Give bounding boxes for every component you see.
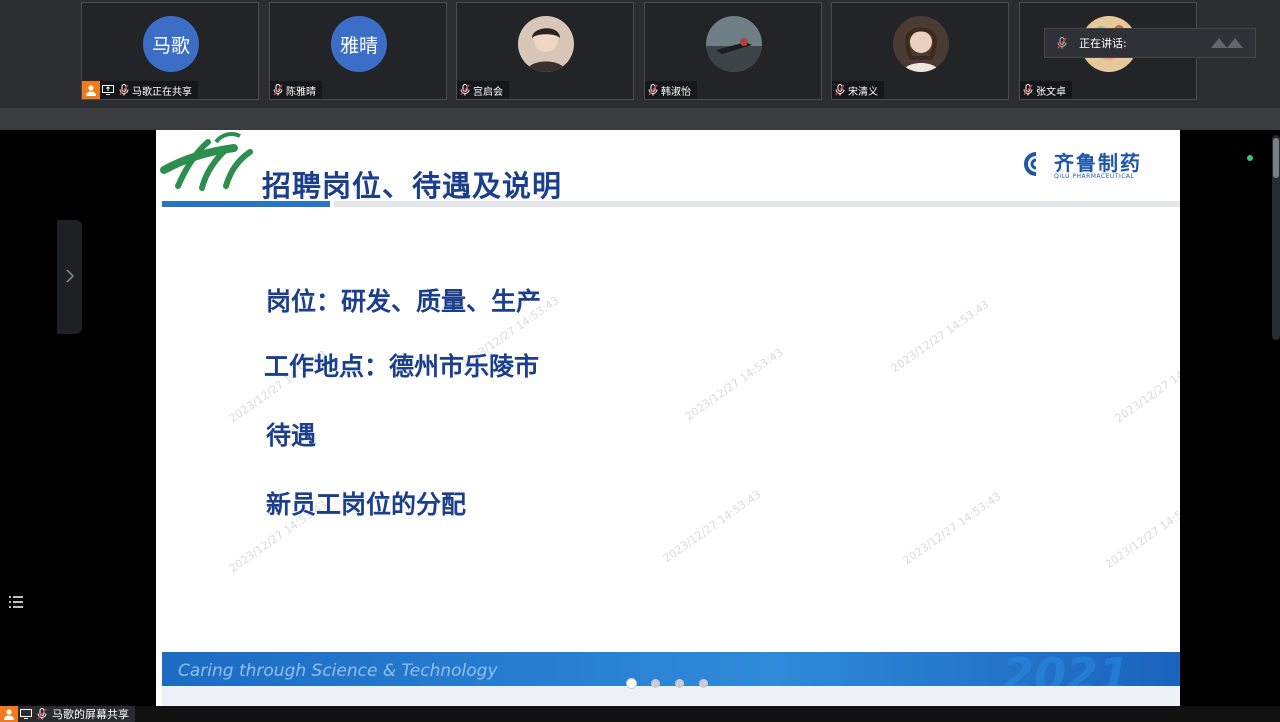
avatar-photo xyxy=(893,16,949,72)
participant-name: 韩淑怡 xyxy=(661,86,691,98)
slide-title: 招聘岗位、待遇及说明 xyxy=(262,169,563,203)
shared-screen-slide: 招聘岗位、待遇及说明 齐鲁制药 QILU PHARMACEUTICAL 2023… xyxy=(156,130,1180,706)
watermark: 2023/12/27 14:53:43 xyxy=(1112,347,1180,426)
pager-dot[interactable] xyxy=(651,679,660,688)
title-rule xyxy=(334,201,1180,207)
pager-dot[interactable] xyxy=(627,679,636,688)
status-dot xyxy=(1247,155,1253,161)
participant-label: 马歌正在共享 xyxy=(82,81,198,99)
mic-muted-icon xyxy=(1020,81,1036,99)
participant-name: 宋清义 xyxy=(848,86,878,98)
participant-label: 陈雅晴 xyxy=(270,81,322,99)
participant-label: 宫启会 xyxy=(457,81,509,99)
avatar: 雅晴 xyxy=(331,16,387,72)
slide-pager[interactable] xyxy=(627,679,708,688)
watermark: 2023/12/27 14:53:43 xyxy=(888,297,992,376)
avatar: 马歌 xyxy=(143,16,199,72)
mic-muted-icon xyxy=(832,81,848,99)
mic-muted-icon xyxy=(116,81,132,99)
audio-wave-icon xyxy=(1211,34,1245,53)
speaking-label: 正在讲话: xyxy=(1079,37,1127,50)
bullet-item: 岗位：研发、质量、生产 xyxy=(266,287,542,316)
list-icon xyxy=(9,593,23,612)
script-logo xyxy=(160,132,253,191)
mic-muted-icon xyxy=(270,81,286,99)
speaking-indicator: 正在讲话: xyxy=(1044,28,1256,58)
brand-logo: 齐鲁制药 QILU PHARMACEUTICAL xyxy=(1022,152,1142,180)
side-panel-toggle[interactable] xyxy=(57,220,82,334)
participant-tile-hanshuyi[interactable]: 韩淑怡 xyxy=(644,2,822,100)
footer-slogan: Caring through Science & Technology xyxy=(178,661,498,681)
list-menu-button[interactable] xyxy=(6,592,26,612)
brand-name-en: QILU PHARMACEUTICAL xyxy=(1054,172,1135,180)
scrollbar-thumb[interactable] xyxy=(1273,138,1279,178)
participant-label: 韩淑怡 xyxy=(645,81,697,99)
pager-dot[interactable] xyxy=(699,679,708,688)
screen-share-icon xyxy=(100,81,116,99)
mic-muted-icon xyxy=(645,81,661,99)
mic-muted-icon xyxy=(1045,37,1079,49)
bullet-item: 待遇 xyxy=(266,421,317,450)
watermark: 2023/12/27 14:53:43 xyxy=(682,345,786,424)
title-underline xyxy=(162,201,330,207)
footer-strip xyxy=(162,686,1180,706)
participant-name: 马歌正在共享 xyxy=(132,86,192,98)
strip-divider xyxy=(0,108,1280,130)
participant-label: 张文卓 xyxy=(1020,81,1072,99)
bullet-item: 新员工岗位的分配 xyxy=(266,490,467,519)
participant-name: 张文卓 xyxy=(1036,86,1066,98)
bottom-bar-background xyxy=(0,706,1280,722)
participant-name: 陈雅晴 xyxy=(286,86,316,98)
chevron-right-icon xyxy=(65,268,74,287)
participant-tile-chenyaqing[interactable]: 雅晴 陈雅晴 xyxy=(269,2,447,100)
brand-name: 齐鲁制药 xyxy=(1054,150,1142,175)
watermark: 2023/12/27 14:53:43 xyxy=(660,487,764,566)
avatar-photo xyxy=(518,16,574,72)
qilu-logo-icon xyxy=(1022,152,1050,180)
share-bar-label: 马歌的屏幕共享 xyxy=(52,708,129,721)
avatar-photo xyxy=(706,16,762,72)
screen-share-bar[interactable]: 马歌的屏幕共享 xyxy=(0,706,135,722)
bullet-item: 工作地点：德州市乐陵市 xyxy=(264,352,540,381)
screen-share-icon xyxy=(18,706,34,722)
participant-tile-mage[interactable]: 马歌 马歌正在共享 xyxy=(81,2,259,100)
mic-muted-icon xyxy=(457,81,473,99)
watermark: 2023/12/27 14:53:43 xyxy=(900,489,1004,568)
participant-tile-gongqihui[interactable]: 宫启会 xyxy=(456,2,634,100)
participant-label: 宋清义 xyxy=(832,81,884,99)
participant-tile-songqingyi[interactable]: 宋清义 xyxy=(831,2,1009,100)
participant-name: 宫启会 xyxy=(473,86,503,98)
watermark: 2023/12/27 14:53:43 xyxy=(1102,493,1180,572)
pager-dot[interactable] xyxy=(675,679,684,688)
host-icon xyxy=(82,81,100,99)
mic-muted-icon xyxy=(34,708,50,720)
host-icon xyxy=(0,706,18,722)
